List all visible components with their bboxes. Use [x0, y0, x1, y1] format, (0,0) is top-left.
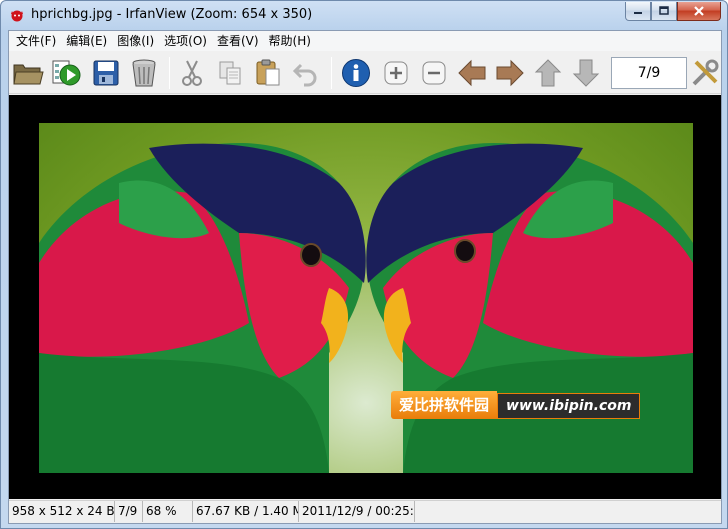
last-image-button[interactable]	[569, 56, 603, 90]
first-image-button[interactable]	[531, 56, 565, 90]
slideshow-icon	[52, 60, 81, 86]
paste-icon	[256, 59, 280, 86]
zoom-out-button[interactable]	[417, 56, 451, 90]
status-dimensions: 958 x 512 x 24 BP	[9, 501, 115, 522]
right-arrow-icon	[496, 59, 524, 87]
scissors-icon	[182, 60, 202, 86]
zoom-in-icon	[384, 61, 408, 85]
watermark-url: www.ibipin.com	[497, 393, 641, 419]
menu-image[interactable]: 图像(I)	[112, 31, 159, 51]
settings-button[interactable]	[689, 56, 721, 90]
status-page: 7/9	[115, 501, 143, 522]
maximize-icon	[659, 6, 669, 15]
title-bar[interactable]: hprichbg.jpg - IrfanView (Zoom: 654 x 35…	[1, 1, 727, 30]
menu-file[interactable]: 文件(F)	[11, 31, 61, 51]
menu-options[interactable]: 选项(O)	[159, 31, 212, 51]
minimize-button[interactable]	[625, 2, 651, 21]
copy-button[interactable]	[213, 56, 247, 90]
paste-button[interactable]	[251, 56, 285, 90]
trash-icon	[132, 59, 156, 87]
open-folder-icon	[13, 64, 44, 85]
page-indicator: 7/9	[611, 57, 687, 89]
status-zoom: 68 %	[143, 501, 193, 522]
caption-buttons	[625, 2, 721, 22]
close-icon	[694, 6, 704, 16]
image-viewer[interactable]: 爱比拼软件园 www.ibipin.com	[9, 95, 721, 499]
info-button[interactable]	[339, 56, 373, 90]
status-bar: 958 x 512 x 24 BP 7/9 68 % 67.67 KB / 1.…	[9, 500, 721, 523]
menu-view[interactable]: 查看(V)	[212, 31, 264, 51]
status-datetime: 2011/12/9 / 00:25:5	[299, 501, 415, 522]
info-icon	[342, 59, 370, 87]
close-button[interactable]	[677, 2, 721, 21]
menu-help[interactable]: 帮助(H)	[264, 31, 316, 51]
minimize-icon	[634, 12, 642, 14]
undo-button[interactable]	[289, 56, 323, 90]
zoom-out-icon	[422, 61, 446, 85]
open-button[interactable]	[11, 56, 45, 90]
previous-image-button[interactable]	[455, 56, 489, 90]
zoom-in-button[interactable]	[379, 56, 413, 90]
slideshow-button[interactable]	[49, 56, 83, 90]
left-arrow-icon	[458, 59, 486, 87]
tools-icon	[692, 59, 719, 86]
toolbar: 7/9	[9, 52, 721, 94]
client-area: 文件(F) 编辑(E) 图像(I) 选项(O) 查看(V) 帮助(H) 7/9 …	[8, 30, 722, 524]
irfanview-window: hprichbg.jpg - IrfanView (Zoom: 654 x 35…	[0, 0, 728, 529]
watermark-chinese-text: 爱比拼软件园	[391, 391, 498, 419]
copy-icon	[219, 61, 241, 85]
displayed-image: 爱比拼软件园 www.ibipin.com	[39, 123, 693, 473]
save-button[interactable]	[89, 56, 123, 90]
parrots-photo	[39, 143, 693, 473]
maximize-button[interactable]	[651, 2, 677, 21]
up-arrow-icon	[534, 59, 562, 87]
menu-edit[interactable]: 编辑(E)	[61, 31, 112, 51]
next-image-button[interactable]	[493, 56, 527, 90]
irfanview-cat-icon[interactable]	[9, 7, 25, 23]
delete-button[interactable]	[127, 56, 161, 90]
toolbar-separator	[169, 57, 170, 89]
toolbar-separator	[331, 57, 332, 89]
save-floppy-icon	[93, 60, 119, 86]
status-filesize: 67.67 KB / 1.40 M	[193, 501, 299, 522]
menu-bar: 文件(F) 编辑(E) 图像(I) 选项(O) 查看(V) 帮助(H)	[9, 31, 721, 51]
window-title: hprichbg.jpg - IrfanView (Zoom: 654 x 35…	[31, 7, 313, 22]
watermark: 爱比拼软件园 www.ibipin.com	[391, 391, 641, 419]
status-empty	[415, 501, 721, 522]
cut-button[interactable]	[175, 56, 209, 90]
down-arrow-icon	[572, 59, 600, 87]
undo-icon	[292, 63, 317, 87]
